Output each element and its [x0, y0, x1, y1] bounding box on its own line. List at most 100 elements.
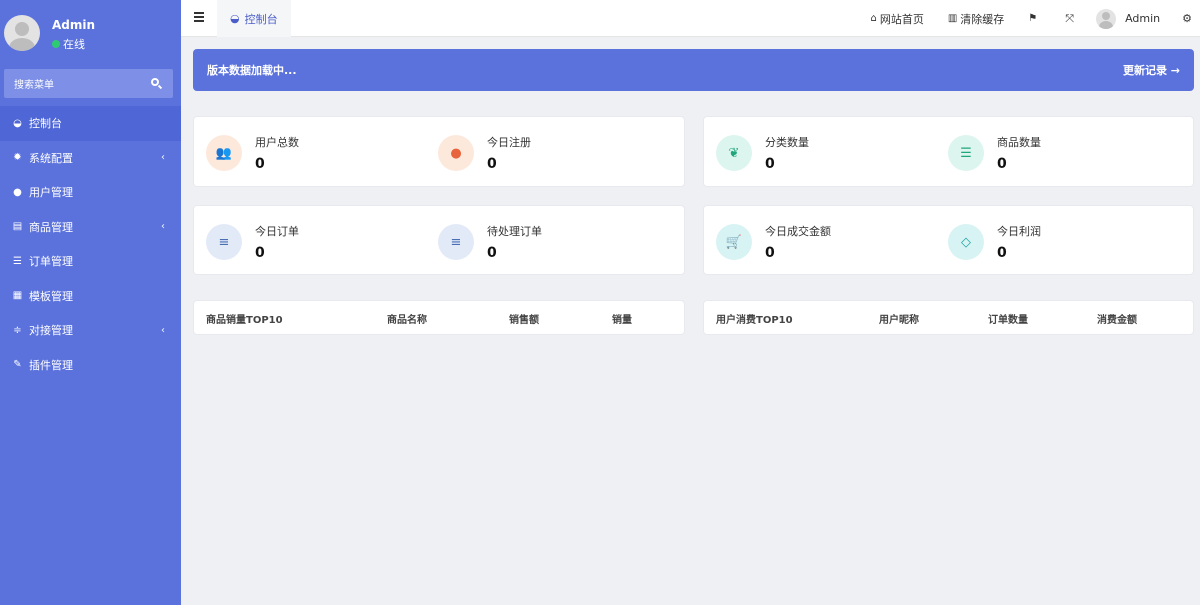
table-header-cell: 消费金额 [1097, 315, 1137, 326]
table-header-cell: 销售额 [509, 315, 539, 326]
settings-button[interactable]: ⚙ [1182, 12, 1192, 25]
stat-item: ≡ 待处理订单 0 [438, 221, 658, 271]
stat-label: 分类数量 [765, 136, 809, 149]
gears-icon: ⚙ [1182, 12, 1192, 25]
template-icon: ▦ [12, 290, 23, 302]
chevron-left-icon[interactable]: ‹ [161, 221, 165, 232]
table-header-cell: 用户消费TOP10 [716, 315, 793, 326]
user-icon: ● [438, 135, 474, 171]
avatar [1096, 8, 1117, 29]
chevron-left-icon[interactable]: ‹ [161, 325, 165, 336]
sidebar-item-label: 对接管理 [29, 324, 73, 338]
dashboard-icon: ◒ [230, 12, 240, 25]
changelog-link[interactable]: 更新记录 → [1123, 62, 1180, 78]
user-status: 在线 [52, 36, 85, 52]
table-header-cell: 用户昵称 [879, 315, 919, 326]
leaf-icon: ❦ [716, 135, 752, 171]
user-icon: ● [13, 186, 22, 198]
user-status-label: 在线 [63, 38, 85, 51]
clear-cache-label: 清除缓存 [960, 12, 1005, 26]
table-header-cell: 销量 [612, 315, 632, 326]
stat-value: 0 [487, 245, 497, 261]
sidebar-item[interactable]: ✎ 插件管理 [0, 348, 181, 383]
avatar[interactable] [4, 15, 40, 51]
table-header: 商品销量TOP10 商品名称 销售额 销量 [194, 301, 686, 335]
online-dot-icon [52, 40, 60, 48]
version-banner: 版本数据加载中... 更新记录 → [193, 49, 1194, 91]
stat-label: 待处理订单 [487, 225, 542, 238]
list-icon: ☰ [13, 255, 22, 267]
sidebar-item[interactable]: ✹ 系统配置 ‹ [0, 141, 181, 176]
stat-item: ● 今日注册 0 [438, 132, 658, 182]
table-header: 用户消费TOP10 用户昵称 订单数量 消费金额 [704, 301, 1195, 335]
users-icon: 👥 [206, 135, 242, 171]
user-panel: Admin 在线 [0, 0, 181, 62]
user-name: Admin [52, 18, 96, 32]
bars-icon: ≡ [206, 224, 242, 260]
bars-icon: ≡ [438, 224, 474, 260]
stat-label: 商品数量 [997, 136, 1041, 149]
stat-item: ◇ 今日利润 0 [948, 221, 1168, 271]
sidebar-item-label: 控制台 [29, 117, 62, 131]
home-link[interactable]: ⌂ 网站首页 [870, 11, 923, 27]
stat-value: 0 [487, 156, 497, 172]
table-header-cell: 订单数量 [988, 315, 1028, 326]
sidebar-item-label: 订单管理 [29, 255, 73, 269]
sidebar-item[interactable]: ◒ 控制台 [0, 106, 181, 141]
clear-cache-button[interactable]: ▥ 清除缓存 [948, 11, 1004, 27]
chevron-left-icon[interactable]: ‹ [161, 152, 165, 163]
cart-icon: ▤ [12, 221, 23, 233]
stat-value: 0 [255, 156, 265, 172]
sidebar-item[interactable]: ▦ 模板管理 [0, 279, 181, 314]
stat-label: 今日成交金额 [765, 225, 831, 238]
home-link-label: 网站首页 [879, 12, 924, 26]
user-menu-name: Admin [1125, 12, 1161, 25]
sidebar-menu: ◒ 控制台 ✹ 系统配置 ‹ ● 用户管理 ▤ 商品管理 ‹ ☰ 订单管理 ▦ 模板管理 ≑ 对接管理 ‹ ✎ 插件… [0, 106, 181, 382]
stat-item: 👥 用户总数 0 [206, 132, 426, 182]
tab-dashboard[interactable]: ◒ 控制台 [217, 0, 291, 37]
list-icon: ☰ [948, 135, 984, 171]
sidebar-item-label: 用户管理 [29, 186, 73, 200]
trash-icon: ▥ [947, 13, 958, 24]
sidebar-item[interactable]: ≑ 对接管理 ‹ [0, 313, 181, 348]
dashboard-icon: ◒ [13, 117, 22, 129]
stat-item: ❦ 分类数量 0 [716, 132, 936, 182]
stat-item: ≡ 今日订单 0 [206, 221, 426, 271]
stat-value: 0 [765, 156, 775, 172]
sidebar-item[interactable]: ▤ 商品管理 ‹ [0, 210, 181, 245]
user-top10-table: 用户消费TOP10 用户昵称 订单数量 消费金额 [703, 300, 1194, 335]
sidebar-item[interactable]: ● 用户管理 [0, 175, 181, 210]
user-menu[interactable]: Admin [1096, 8, 1161, 29]
stat-value: 0 [765, 245, 775, 261]
sliders-icon: ≑ [13, 324, 22, 336]
menu-search-input[interactable]: 搜索菜单 [4, 69, 173, 98]
stat-label: 今日注册 [487, 136, 531, 149]
stat-label: 用户总数 [255, 136, 299, 149]
stat-value: 0 [997, 156, 1007, 172]
sidebar-item[interactable]: ☰ 订单管理 [0, 244, 181, 279]
search-icon[interactable] [151, 77, 163, 90]
banner-message: 版本数据加载中... [207, 64, 297, 77]
top-navbar: ◒ 控制台 ⌂ 网站首页 ▥ 清除缓存 ⚑ ⤧ Admin ⚙ [181, 0, 1200, 37]
stat-value: 0 [997, 245, 1007, 261]
fullscreen-icon: ⤧ [1065, 11, 1075, 25]
stat-value: 0 [255, 245, 265, 261]
plug-icon: ✎ [13, 359, 22, 371]
sidebar-item-label: 商品管理 [29, 220, 73, 234]
tab-dashboard-label: 控制台 [244, 12, 278, 26]
gear-icon: ✹ [13, 152, 22, 164]
sidebar-item-label: 系统配置 [29, 151, 73, 165]
product-top10-table: 商品销量TOP10 商品名称 销售额 销量 [193, 300, 685, 335]
language-button[interactable]: ⚑ [1028, 13, 1037, 24]
stat-label: 今日利润 [997, 225, 1041, 238]
diamond-icon: ◇ [948, 224, 984, 260]
sidebar-item-label: 插件管理 [29, 358, 73, 372]
menu-toggle-icon[interactable] [194, 12, 204, 22]
menu-search-placeholder: 搜索菜单 [14, 80, 54, 91]
sidebar-item-label: 模板管理 [29, 289, 73, 303]
cart-icon: 🛒 [716, 224, 752, 260]
fullscreen-button[interactable]: ⤧ [1065, 12, 1074, 26]
stat-item: ☰ 商品数量 0 [948, 132, 1168, 182]
table-header-cell: 商品名称 [387, 315, 427, 326]
sidebar: Admin 在线 搜索菜单 ◒ 控制台 ✹ 系统配置 ‹ ● 用户管理 ▤ 商品管理 ‹ ☰ 订单管理… [0, 0, 181, 605]
